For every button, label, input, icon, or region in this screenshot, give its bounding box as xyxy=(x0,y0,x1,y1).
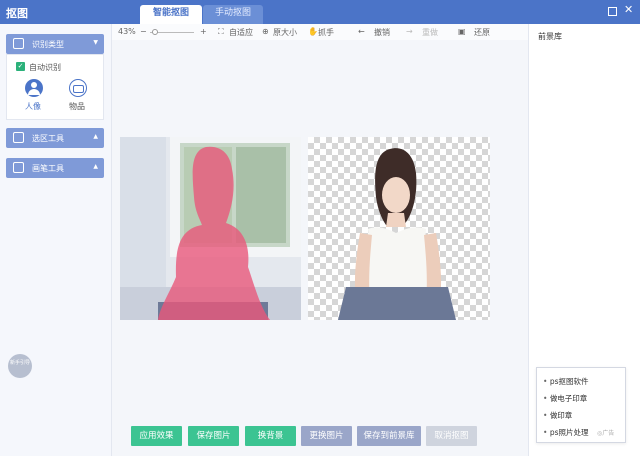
title-bar: 抠图 智能抠图 手动抠图 ✕ xyxy=(0,0,640,24)
selection-tool-icon xyxy=(13,132,24,143)
cutout-result-image[interactable] xyxy=(308,137,490,320)
chevron-up-icon: ▲ xyxy=(93,133,98,140)
foreground-library-panel: 前景库 ps抠图软件 做电子印章 做印章 ps照片处理 ◎广告 xyxy=(528,24,640,456)
cutout-photo xyxy=(338,148,456,320)
original-photo xyxy=(120,137,301,320)
hand-icon[interactable]: ✋ xyxy=(308,27,318,36)
apply-effect-button[interactable]: 应用效果 xyxy=(131,426,182,446)
restore-icon[interactable]: ▣ xyxy=(458,27,466,36)
tab-smart-cutout[interactable]: 智能抠图 xyxy=(140,5,202,24)
maximize-icon[interactable] xyxy=(608,7,617,16)
selection-tool-header[interactable]: 选区工具 ▲ xyxy=(6,128,104,148)
zoom-in-icon[interactable]: + xyxy=(200,27,207,36)
recognition-options: ✓ 自动识别 人像 物品 xyxy=(6,54,104,120)
suggestion-item[interactable]: 做电子印章 xyxy=(543,393,588,404)
zoom-slider-handle[interactable] xyxy=(152,29,159,35)
change-background-button[interactable]: 换背景 xyxy=(245,426,296,446)
zoom-value: 43% xyxy=(118,27,136,36)
original-image-with-selection[interactable] xyxy=(120,137,301,320)
cancel-cutout-button[interactable]: 取消抠图 xyxy=(426,426,477,446)
object-option-label[interactable]: 物品 xyxy=(69,101,85,112)
brush-icon xyxy=(13,162,24,173)
recognition-type-label: 识别类型 xyxy=(32,40,64,49)
redo-icon[interactable]: → xyxy=(406,27,413,36)
selection-tool-label: 选区工具 xyxy=(32,134,64,143)
close-icon[interactable]: ✕ xyxy=(624,4,633,15)
beginner-guide-button[interactable]: 新手引导 xyxy=(8,354,32,378)
suggestion-item[interactable]: ps抠图软件 xyxy=(543,376,589,387)
canvas-area: 应用效果 保存图片 换背景 更换图片 保存到前景库 取消抠图 xyxy=(112,40,528,456)
replace-image-button[interactable]: 更换图片 xyxy=(301,426,352,446)
undo-button[interactable]: 撤销 xyxy=(374,27,390,38)
suggestions-popup: ps抠图软件 做电子印章 做印章 ps照片处理 ◎广告 xyxy=(536,367,626,443)
undo-icon[interactable]: ← xyxy=(358,27,365,36)
auto-recognize-label: 自动识别 xyxy=(29,63,61,72)
original-size-button[interactable]: 原大小 xyxy=(273,27,297,38)
recognition-type-icon xyxy=(13,38,24,49)
chevron-up-icon: ▲ xyxy=(93,163,98,170)
recognition-type-header[interactable]: 识别类型 ▼ xyxy=(6,34,104,54)
tab-manual-cutout[interactable]: 手动抠图 xyxy=(203,5,263,24)
person-option-label[interactable]: 人像 xyxy=(25,101,41,112)
ad-watermark: ◎广告 xyxy=(597,430,615,437)
suggestion-item[interactable]: 做印章 xyxy=(543,410,573,421)
suggestion-item[interactable]: ps照片处理 xyxy=(543,427,589,438)
fit-icon[interactable]: ⛶ xyxy=(218,27,224,37)
save-image-button[interactable]: 保存图片 xyxy=(188,426,239,446)
redo-button[interactable]: 重做 xyxy=(422,27,438,38)
magnifier-icon[interactable]: ⊕ xyxy=(262,27,269,36)
toolbar: 43% − + ⛶ 自适应 ⊕ 原大小 ✋ 抓手 ← 撤销 → 重做 ▣ 还原 xyxy=(112,24,528,40)
zoom-out-icon[interactable]: − xyxy=(140,27,147,36)
person-icon[interactable] xyxy=(25,79,43,97)
foreground-library-title: 前景库 xyxy=(538,32,562,41)
brush-tool-header[interactable]: 画笔工具 ▲ xyxy=(6,158,104,178)
app-title: 抠图 xyxy=(6,7,28,20)
chevron-down-icon: ▼ xyxy=(93,39,98,46)
auto-recognize-checkbox[interactable]: ✓ xyxy=(16,62,25,71)
left-sidebar: 识别类型 ▼ ✓ 自动识别 人像 物品 选区工具 ▲ 画笔工具 ▲ 新手引导 xyxy=(0,24,112,456)
fit-button[interactable]: 自适应 xyxy=(229,27,253,38)
hand-button[interactable]: 抓手 xyxy=(318,27,334,38)
restore-button[interactable]: 还原 xyxy=(474,27,490,38)
object-icon[interactable] xyxy=(69,79,87,97)
brush-tool-label: 画笔工具 xyxy=(32,164,64,173)
save-to-foreground-library-button[interactable]: 保存到前景库 xyxy=(357,426,421,446)
